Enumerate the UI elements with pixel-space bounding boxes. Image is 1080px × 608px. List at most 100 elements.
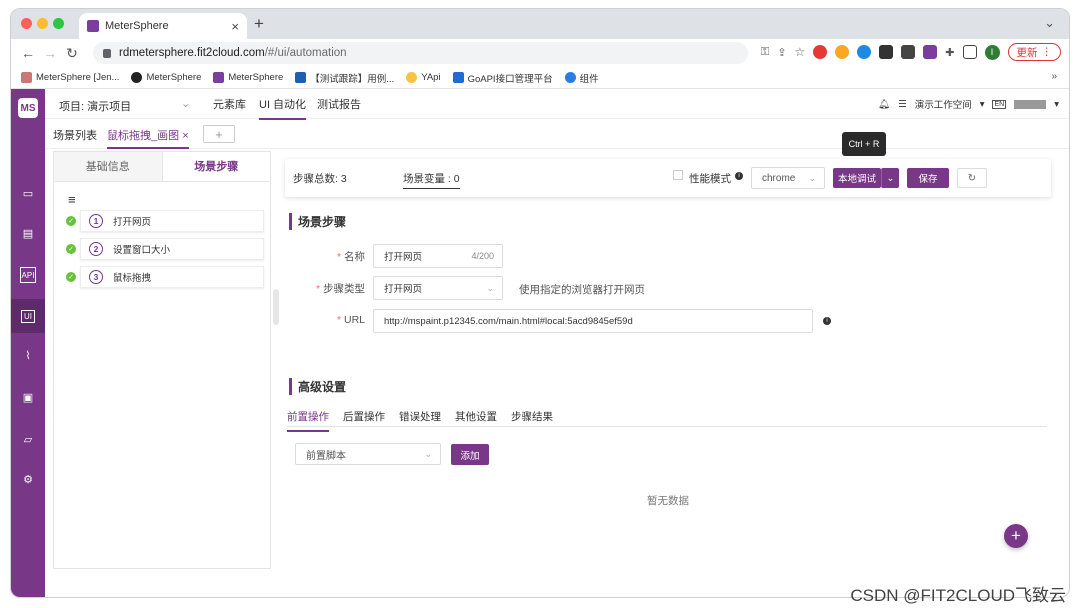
performance-icon[interactable]: ⌇: [20, 347, 36, 363]
maximize-window-icon[interactable]: [53, 18, 64, 29]
tab-scene-list[interactable]: 场景列表: [53, 127, 97, 143]
extension-red-icon[interactable]: [813, 45, 828, 59]
nav-ui-automation[interactable]: UI 自动化: [259, 96, 307, 120]
step-row[interactable]: ✓: [66, 210, 76, 232]
step-row[interactable]: ✓: [66, 266, 76, 288]
bookmark-label: 组件: [579, 73, 599, 85]
bell-icon[interactable]: 🔔︎: [878, 99, 890, 110]
step-type-select[interactable]: 打开网页 ⌄: [373, 276, 503, 300]
forward-icon[interactable]: →: [39, 45, 61, 61]
tab-scene-steps[interactable]: 场景步骤: [161, 152, 270, 181]
browser-tab[interactable]: MeterSphere ×: [79, 13, 247, 39]
bookmark-item[interactable]: 【测试跟踪】用例...: [295, 71, 394, 85]
extension-yellow-icon[interactable]: [835, 45, 850, 59]
back-icon[interactable]: ←: [17, 45, 39, 61]
language-icon[interactable]: EN: [992, 99, 1007, 109]
key-icon[interactable]: ⚿: [761, 46, 769, 59]
tab-basic-info[interactable]: 基础信息: [54, 152, 162, 181]
report-icon[interactable]: ▣: [20, 389, 36, 405]
pre-script-select[interactable]: 前置脚本 ⌄: [295, 443, 441, 465]
add-tab-button[interactable]: +: [203, 125, 235, 143]
task-list-icon[interactable]: ☰: [898, 99, 907, 110]
workstation-icon[interactable]: ▭: [20, 185, 36, 201]
step-item-2[interactable]: 2 设置窗口大小: [80, 238, 264, 260]
url-input[interactable]: http://mspaint.p12345.com/main.html#loca…: [373, 309, 813, 333]
close-tab-icon[interactable]: ×: [231, 19, 239, 34]
step-label: 设置窗口大小: [113, 245, 171, 256]
add-step-fab-button[interactable]: +: [1004, 524, 1028, 548]
panel-collapse-handle[interactable]: [273, 289, 279, 325]
bookmark-item[interactable]: MeterSphere [Jen...: [21, 72, 119, 83]
tab-search-icon[interactable]: ⌄: [1044, 15, 1055, 31]
performance-mode-checkbox[interactable]: [673, 170, 683, 180]
bookmarks-overflow-icon[interactable]: »: [1051, 71, 1057, 82]
bookmark-item[interactable]: YApi: [406, 72, 441, 83]
nav-test-report[interactable]: 测试报告: [317, 96, 361, 118]
api-icon[interactable]: API: [20, 267, 36, 283]
user-name-redacted[interactable]: [1014, 99, 1047, 109]
tab-other-settings[interactable]: 其他设置: [455, 409, 497, 424]
tab-post-operation[interactable]: 后置操作: [343, 409, 385, 424]
browser-select[interactable]: chrome ⌄: [751, 167, 825, 189]
scene-steps-heading: 场景步骤: [289, 213, 346, 230]
puzzle-icon[interactable]: ✚: [945, 46, 954, 59]
caret-down-icon[interactable]: ▾: [980, 99, 985, 110]
debug-dropdown-icon[interactable]: ⌄: [881, 168, 899, 188]
bookmark-item[interactable]: MeterSphere: [131, 72, 201, 83]
update-button[interactable]: 更新 ⋮: [1007, 43, 1061, 61]
profile-avatar-icon[interactable]: I: [984, 44, 1000, 60]
chevron-down-icon[interactable]: ⌄: [181, 97, 190, 110]
url-host: rdmetersphere.fit2cloud.com: [119, 47, 265, 59]
project-folder-icon[interactable]: ▱: [20, 431, 36, 447]
close-tab-icon[interactable]: ×: [182, 130, 188, 142]
bookmark-item[interactable]: GoAPI接口管理平台: [452, 71, 553, 85]
tab-pre-operation[interactable]: 前置操作: [287, 409, 329, 432]
settings-gear-icon[interactable]: ⚙: [20, 471, 36, 487]
bookmark-label: GoAPI接口管理平台: [467, 73, 553, 85]
share-icon[interactable]: ⇪: [777, 46, 786, 59]
info-icon: i: [735, 170, 743, 182]
workspace-selector[interactable]: 演示工作空间: [915, 97, 972, 111]
new-tab-icon[interactable]: +: [254, 14, 264, 34]
extension-se-icon[interactable]: [901, 45, 916, 59]
minimize-window-icon[interactable]: [37, 18, 48, 29]
track-icon[interactable]: ▤: [20, 225, 36, 241]
tab-active-scene[interactable]: 鼠标拖拽_画图 ×: [107, 127, 189, 149]
url-field[interactable]: rdmetersphere.fit2cloud.com/#/ui/automat…: [93, 42, 748, 64]
watermark: CSDN @FIT2CLOUD飞致云: [850, 586, 1066, 605]
user-caret-icon[interactable]: ▾: [1054, 99, 1059, 110]
tab-error-handling[interactable]: 错误处理: [399, 409, 441, 424]
scene-variables-link[interactable]: 场景变量 : 0: [403, 171, 460, 189]
extension-blue-icon[interactable]: [857, 45, 872, 59]
menu-icon[interactable]: ≡: [68, 192, 76, 207]
step-row[interactable]: ✓: [66, 238, 76, 260]
step-tree-panel: 基础信息 场景步骤 ≡ ✓ 1 打开网页 ✓ 2 设置窗口大小 ✓ 3 鼠标拖拽: [53, 151, 271, 569]
url-info-icon[interactable]: i: [823, 315, 831, 327]
save-button[interactable]: 保存: [907, 168, 949, 188]
metersphere-logo-icon[interactable]: MS: [18, 98, 38, 118]
star-icon[interactable]: ☆: [795, 45, 806, 59]
component-icon: [564, 72, 576, 83]
project-selector[interactable]: 项目: 演示项目: [59, 98, 131, 114]
nav-element-library[interactable]: 元素库: [213, 96, 246, 118]
extension-ms-icon[interactable]: [923, 45, 938, 59]
step-item-3[interactable]: 3 鼠标拖拽: [80, 266, 264, 288]
close-window-icon[interactable]: [21, 18, 32, 29]
reload-icon[interactable]: ↻: [61, 45, 83, 62]
url-label: * URL: [336, 314, 365, 326]
step-item-1[interactable]: 1 打开网页: [80, 210, 264, 232]
bookmark-item[interactable]: MeterSphere: [213, 72, 283, 83]
refresh-icon[interactable]: ↻: [957, 168, 987, 188]
name-input[interactable]: 打开网页 4/200: [373, 244, 503, 268]
extension-x-icon[interactable]: [879, 45, 894, 59]
tab-step-result[interactable]: 步骤结果: [511, 409, 553, 424]
bookmark-label: MeterSphere: [146, 72, 202, 83]
jira-icon: [295, 72, 307, 83]
local-debug-button[interactable]: 本地调试: [833, 168, 881, 188]
pre-script-value: 前置脚本: [306, 450, 346, 462]
ui-automation-icon[interactable]: UI: [11, 299, 45, 333]
add-button[interactable]: 添加: [451, 444, 489, 465]
sidepanel-icon[interactable]: [962, 45, 977, 59]
bookmark-item[interactable]: 组件: [564, 71, 599, 85]
left-panel-tabs: 基础信息 场景步骤: [54, 152, 270, 182]
